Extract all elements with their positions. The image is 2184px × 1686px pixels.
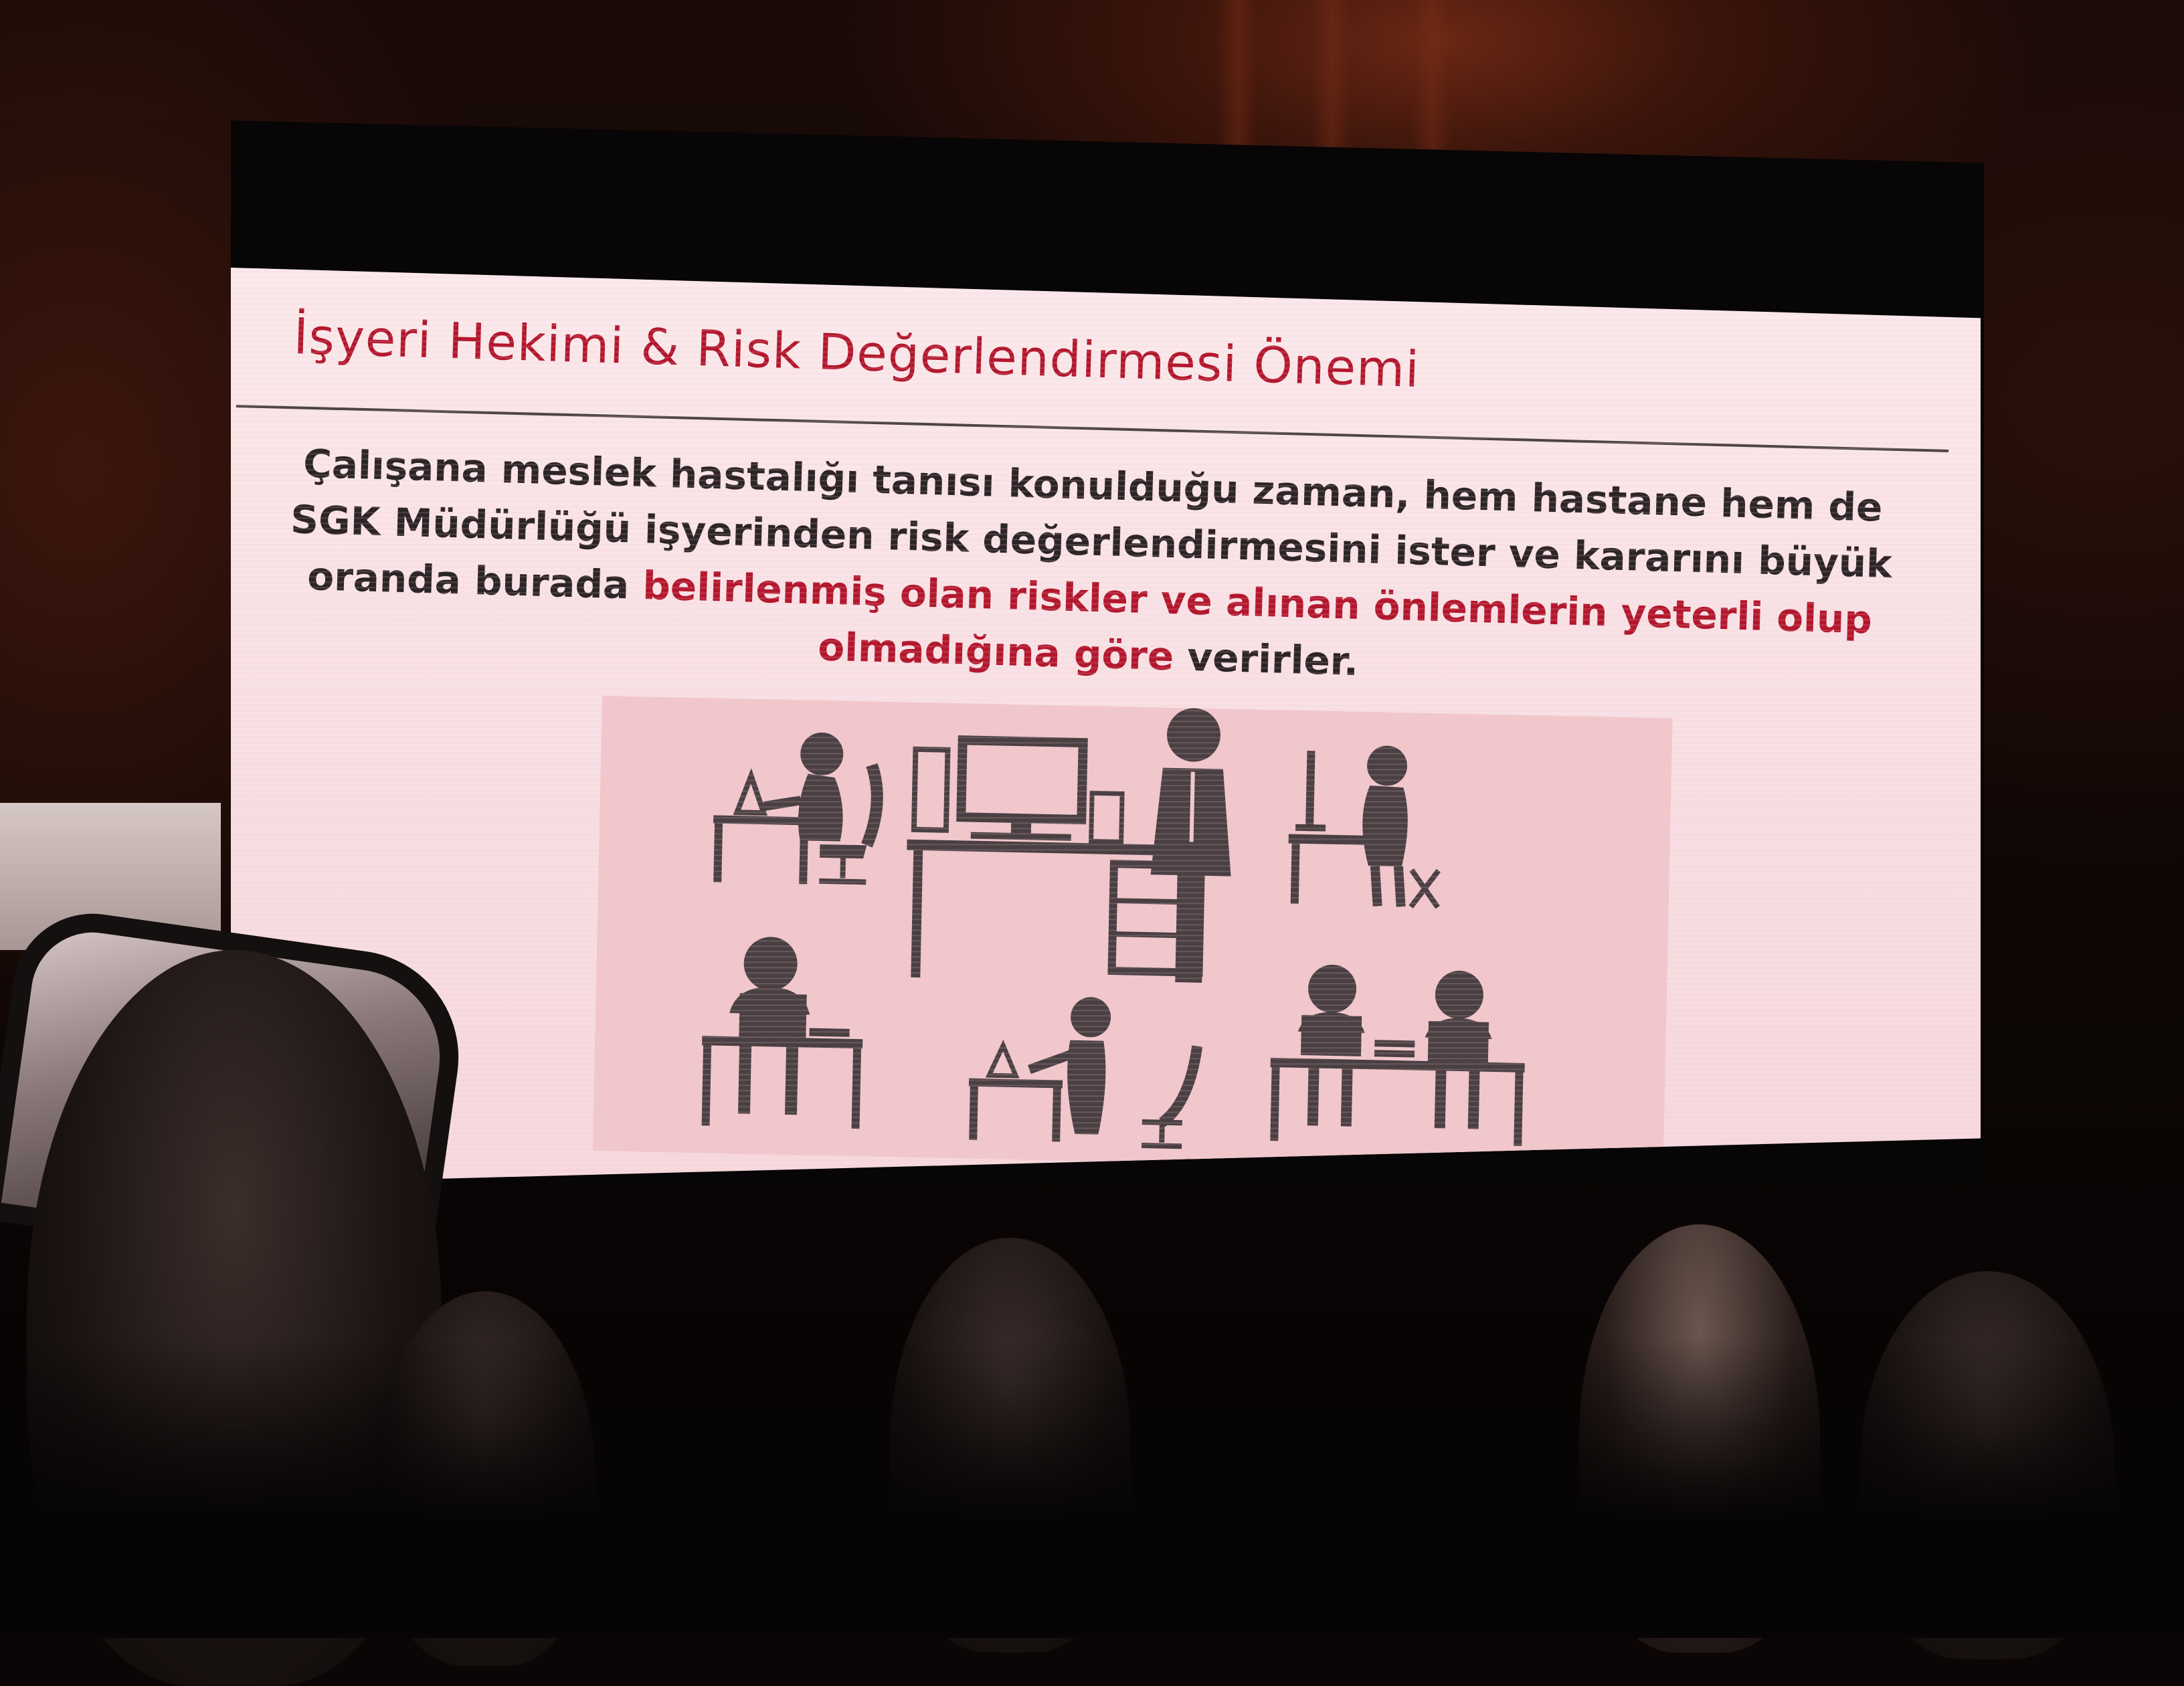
presentation-slide: İşyeri Hekimi & Risk Değerlendirmesi Öne… [231,268,1981,1184]
worker-laptop-chair-icon [713,732,883,885]
slide-body-text: Çalışana meslek hastalığı tanısı konuldu… [278,435,1903,705]
slide-title: İşyeri Hekimi & Risk Değerlendirmesi Öne… [292,308,1421,399]
office-workers-icon [701,708,1525,1149]
audience-shadow [0,1338,2184,1638]
two-workers-desk-icon [1270,964,1525,1146]
worker-desk-monitor-icon [1288,745,1441,909]
body-text-part: verirler. [1173,634,1360,684]
worker-standing-laptop-icon [968,997,1203,1149]
office-workers-illustration [592,696,1673,1174]
worker-laptop-desk-icon [701,937,863,1129]
businessman-desk-icon [907,708,1231,983]
